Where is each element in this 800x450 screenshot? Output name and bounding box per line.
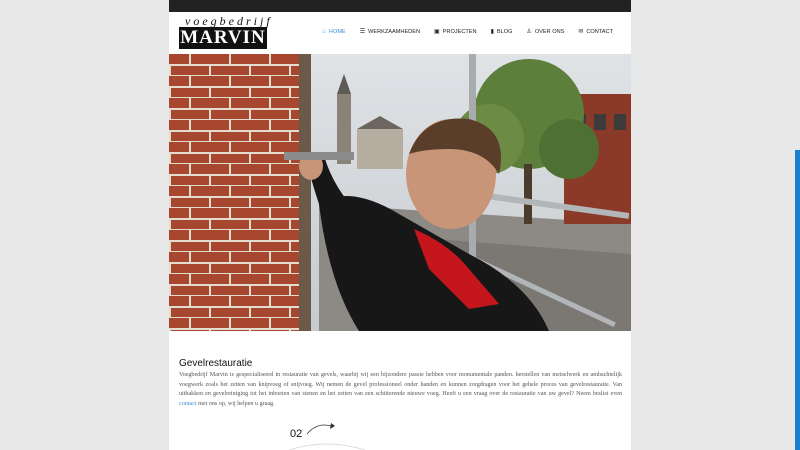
nav-label: BLOG: [496, 28, 513, 35]
hero-photo: [169, 54, 631, 331]
envelope-icon: ✉: [578, 29, 584, 35]
page-container: voegbedrijf MARVIN ⌂ HOME ☰ WERKZAAMHEDE…: [169, 0, 631, 450]
nav-item-over-ons[interactable]: ♙ OVER ONS: [526, 28, 565, 36]
section-title: Gevelrestauratie: [179, 358, 253, 369]
nav-label: HOME: [328, 28, 346, 35]
book-icon: ▮: [490, 29, 494, 35]
list-icon: ☰: [359, 29, 366, 35]
nav-item-home[interactable]: ⌂ HOME: [322, 28, 345, 35]
logo-name: MARVIN: [180, 27, 266, 48]
nav-item-projecten[interactable]: ▣ PROJECTEN: [434, 28, 477, 36]
logo[interactable]: voegbedrijf MARVIN: [179, 14, 270, 50]
nav-label: WERKZAAMHEDEN: [368, 28, 420, 35]
step-number: 02: [290, 428, 303, 440]
nav-label: CONTACT: [586, 28, 613, 35]
circle-outline: [288, 443, 366, 450]
home-icon: ⌂: [322, 28, 326, 35]
nav-item-contact[interactable]: ✉ CONTACT: [578, 28, 613, 36]
top-bar: [169, 0, 631, 12]
section-text: Voegbedrijf Marvin is gespecialiseerd in…: [179, 371, 622, 409]
curved-arrow-icon: [306, 423, 335, 435]
nav-label: OVER ONS: [534, 28, 565, 35]
content-section: Gevelrestauratie Voegbedrijf Marvin is g…: [179, 358, 622, 409]
nav-item-werkzaamheden[interactable]: ☰ WERKZAAMHEDEN: [359, 28, 420, 36]
scrollbar[interactable]: [795, 150, 800, 450]
hero-image: [169, 54, 631, 331]
person-icon: ♙: [526, 29, 532, 35]
main-nav: ⌂ HOME ☰ WERKZAAMHEDEN ▣ PROJECTEN ▮ BLO…: [308, 28, 613, 36]
camera-icon: ▣: [434, 29, 440, 35]
logo-box: MARVIN: [179, 27, 267, 49]
section-text-part: met ons op, wij helpen u graag.: [196, 400, 275, 407]
nav-label: PROJECTEN: [442, 28, 477, 35]
nav-item-blog[interactable]: ▮ BLOG: [490, 28, 513, 36]
contact-link[interactable]: contact: [179, 401, 197, 407]
section-text-part: Voegbedrijf Marvin is gespecialiseerd in…: [179, 372, 622, 398]
